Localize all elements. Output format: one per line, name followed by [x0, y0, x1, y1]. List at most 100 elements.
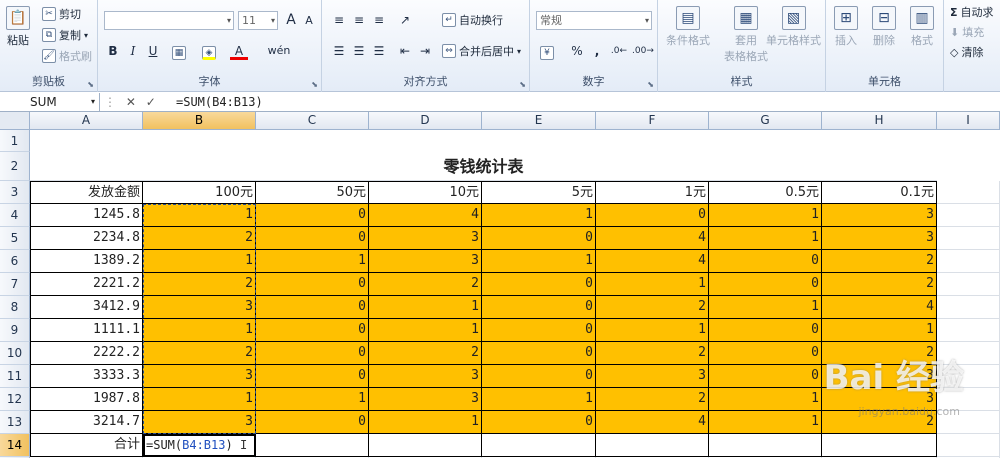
- cell-g12[interactable]: 1: [709, 388, 822, 411]
- cell-f4[interactable]: 0: [596, 204, 709, 227]
- cell-h6[interactable]: 2: [822, 250, 937, 273]
- cell-i9[interactable]: [937, 319, 1000, 342]
- cell-d8[interactable]: 1: [369, 296, 482, 319]
- cell-f7[interactable]: 1: [596, 273, 709, 296]
- align-left-button[interactable]: ☰: [330, 42, 348, 60]
- cell-e10[interactable]: 0: [482, 342, 596, 365]
- cell-c9[interactable]: 0: [256, 319, 369, 342]
- borders-button[interactable]: ▦: [170, 42, 188, 60]
- column-header-f[interactable]: F: [596, 112, 709, 130]
- cell-styles-button[interactable]: ▧ 单元格样式: [766, 6, 821, 48]
- wrap-text-button[interactable]: ↵ 自动换行: [442, 12, 503, 28]
- cell-g13[interactable]: 1: [709, 411, 822, 434]
- dialog-launcher-icon[interactable]: ⬊: [311, 80, 318, 89]
- orientation-button[interactable]: ↗: [396, 11, 414, 29]
- cell-g7[interactable]: 0: [709, 273, 822, 296]
- underline-button[interactable]: U: [144, 42, 162, 60]
- percent-button[interactable]: %: [568, 42, 586, 60]
- increase-decimal-button[interactable]: .0←: [610, 42, 628, 60]
- chevron-down-icon[interactable]: ▾: [91, 93, 95, 111]
- dialog-launcher-icon[interactable]: ⬊: [519, 80, 526, 89]
- cell-b13[interactable]: 3: [143, 411, 256, 434]
- fill-button[interactable]: ⬇ 填充: [950, 24, 984, 40]
- column-header-i[interactable]: I: [937, 112, 1000, 130]
- cell-f8[interactable]: 2: [596, 296, 709, 319]
- column-header-g[interactable]: G: [709, 112, 822, 130]
- increase-indent-button[interactable]: ⇥: [416, 42, 434, 60]
- cell-g5[interactable]: 1: [709, 227, 822, 250]
- row-header-8[interactable]: 8: [0, 296, 30, 319]
- header-cell-a[interactable]: 发放金额: [30, 181, 143, 204]
- cell-i7[interactable]: [937, 273, 1000, 296]
- autosum-button[interactable]: Σ 自动求: [950, 4, 994, 20]
- row-header-10[interactable]: 10: [0, 342, 30, 365]
- font-name-combo[interactable]: ▾: [104, 11, 234, 30]
- cell-b9[interactable]: 1: [143, 319, 256, 342]
- row-header-11[interactable]: 11: [0, 365, 30, 388]
- cell-c4[interactable]: 0: [256, 204, 369, 227]
- cell-f12[interactable]: 2: [596, 388, 709, 411]
- number-format-combo[interactable]: 常规 ▾: [536, 11, 652, 30]
- cell-a9[interactable]: 1111.1: [30, 319, 143, 342]
- cell-g6[interactable]: 0: [709, 250, 822, 273]
- format-as-table-button[interactable]: ▦ 套用 表格格式: [724, 6, 768, 64]
- conditional-format-button[interactable]: ▤ 条件格式: [666, 6, 710, 48]
- cell-d13[interactable]: 1: [369, 411, 482, 434]
- align-right-button[interactable]: ☰: [370, 42, 388, 60]
- cell-b6[interactable]: 1: [143, 250, 256, 273]
- cell-a6[interactable]: 1389.2: [30, 250, 143, 273]
- column-header-b[interactable]: B: [143, 112, 256, 130]
- fill-color-button[interactable]: ◈: [200, 42, 218, 60]
- cell-a7[interactable]: 2221.2: [30, 273, 143, 296]
- column-header-d[interactable]: D: [369, 112, 482, 130]
- row-header-5[interactable]: 5: [0, 227, 30, 250]
- cell-g4[interactable]: 1: [709, 204, 822, 227]
- cell-a12[interactable]: 1987.8: [30, 388, 143, 411]
- cell-h9[interactable]: 1: [822, 319, 937, 342]
- cell-f10[interactable]: 2: [596, 342, 709, 365]
- currency-button[interactable]: ¥: [538, 42, 556, 60]
- cell-h8[interactable]: 4: [822, 296, 937, 319]
- cell-d7[interactable]: 2: [369, 273, 482, 296]
- cell-e13[interactable]: 0: [482, 411, 596, 434]
- cell-d4[interactable]: 4: [369, 204, 482, 227]
- cell-i6[interactable]: [937, 250, 1000, 273]
- header-cell-h[interactable]: 0.1元: [822, 181, 937, 204]
- column-header-e[interactable]: E: [482, 112, 596, 130]
- italic-button[interactable]: I: [124, 42, 142, 60]
- header-cell-c[interactable]: 50元: [256, 181, 369, 204]
- cell-b12[interactable]: 1: [143, 388, 256, 411]
- enter-button[interactable]: ✓: [146, 95, 156, 109]
- column-header-h[interactable]: H: [822, 112, 937, 130]
- cell-c7[interactable]: 0: [256, 273, 369, 296]
- cell-e14[interactable]: [482, 434, 596, 457]
- cell-g10[interactable]: 0: [709, 342, 822, 365]
- cell-i5[interactable]: [937, 227, 1000, 250]
- active-cell-b14[interactable]: =SUM(B4:B13) I: [143, 434, 256, 457]
- cell-i3[interactable]: [937, 181, 1000, 204]
- cell-a5[interactable]: 2234.8: [30, 227, 143, 250]
- row-header-2[interactable]: 2: [0, 152, 30, 181]
- cell-b11[interactable]: 3: [143, 365, 256, 388]
- formula-input[interactable]: =SUM(B4:B13): [176, 93, 263, 111]
- shrink-font-button[interactable]: A: [300, 12, 318, 30]
- font-size-combo[interactable]: 11 ▾: [238, 11, 278, 30]
- cell-f6[interactable]: 4: [596, 250, 709, 273]
- grow-font-button[interactable]: A: [282, 11, 300, 29]
- cell-c12[interactable]: 1: [256, 388, 369, 411]
- cell-b5[interactable]: 2: [143, 227, 256, 250]
- cell-f14[interactable]: [596, 434, 709, 457]
- clear-button[interactable]: ◇ 清除: [950, 44, 983, 60]
- cell-i4[interactable]: [937, 204, 1000, 227]
- cell-d14[interactable]: [369, 434, 482, 457]
- column-header-c[interactable]: C: [256, 112, 369, 130]
- cell-d9[interactable]: 1: [369, 319, 482, 342]
- cell-d10[interactable]: 2: [369, 342, 482, 365]
- row-header-12[interactable]: 12: [0, 388, 30, 411]
- cell-g9[interactable]: 0: [709, 319, 822, 342]
- format-painter-button[interactable]: 🖌 格式刷: [42, 48, 92, 64]
- row-header-13[interactable]: 13: [0, 411, 30, 434]
- row-header-9[interactable]: 9: [0, 319, 30, 342]
- cell-b10[interactable]: 2: [143, 342, 256, 365]
- row-header-4[interactable]: 4: [0, 204, 30, 227]
